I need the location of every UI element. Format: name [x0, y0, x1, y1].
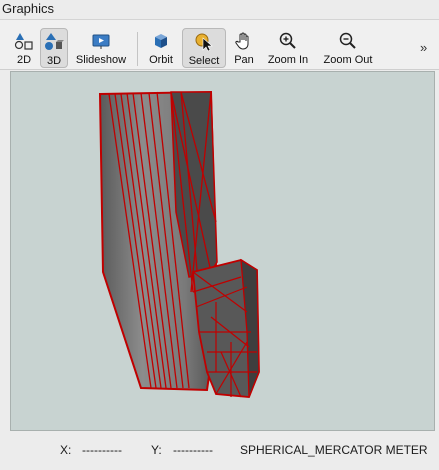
y-coordinate-value: ---------- — [173, 443, 213, 457]
graphics-toolbar: 2D 3D Slideshow Orbit Select Pan Zoom In… — [0, 19, 439, 70]
panel-title: Graphics — [2, 1, 55, 16]
building-mesh-3d — [98, 90, 260, 398]
zoom-out-icon — [337, 30, 359, 52]
tool-pan-label: Pan — [234, 54, 254, 66]
tool-3d-button[interactable]: 3D — [40, 28, 68, 68]
tool-slideshow-button[interactable]: Slideshow — [74, 28, 128, 68]
slideshow-icon — [90, 30, 112, 52]
projection-label: SPHERICAL_MERCATOR METER — [240, 443, 428, 457]
select-pointer-icon — [193, 31, 215, 53]
shapes-3d-icon — [43, 31, 65, 53]
tool-orbit-label: Orbit — [149, 54, 173, 66]
panel-title-bar: Graphics — [0, 0, 439, 19]
status-bar: X: ---------- Y: ---------- SPHERICAL_ME… — [0, 436, 439, 466]
zoom-in-icon — [277, 30, 299, 52]
tool-3d-label: 3D — [46, 55, 62, 67]
tool-zoom-out-label: Zoom Out — [323, 54, 373, 66]
tool-zoom-in-button[interactable]: Zoom In — [265, 28, 311, 68]
tool-2d-label: 2D — [16, 54, 32, 66]
toolbar-overflow-button[interactable]: » — [420, 40, 427, 55]
x-coordinate-label: X: — [60, 443, 72, 457]
graphics-viewport[interactable] — [10, 71, 435, 431]
tool-pan-button[interactable]: Pan — [231, 28, 257, 68]
tool-orbit-button[interactable]: Orbit — [146, 28, 176, 68]
tool-select-label: Select — [188, 55, 220, 67]
orbit-cube-icon — [150, 30, 172, 52]
tool-zoom-out-button[interactable]: Zoom Out — [320, 28, 376, 68]
toolbar-separator — [137, 32, 138, 66]
tool-2d-button[interactable]: 2D — [12, 28, 36, 68]
tool-zoom-in-label: Zoom In — [267, 54, 309, 66]
hand-icon — [233, 30, 255, 52]
x-coordinate-value: ---------- — [82, 443, 122, 457]
tool-slideshow-label: Slideshow — [75, 54, 127, 66]
tool-select-button[interactable]: Select — [182, 28, 226, 68]
y-coordinate-label: Y: — [151, 443, 162, 457]
shapes-2d-icon — [13, 30, 35, 52]
